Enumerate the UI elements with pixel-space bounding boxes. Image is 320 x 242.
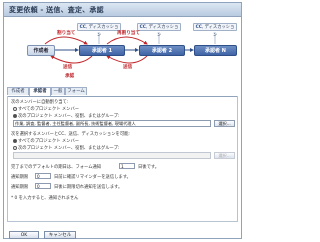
dialog-title: 変更依頼 - 送信、査定、承認 bbox=[9, 6, 104, 14]
radio-specific-members[interactable] bbox=[13, 113, 17, 118]
members2-field[interactable] bbox=[13, 152, 211, 159]
reminder-suffix: 日前に確認リマインダーを送信します。 bbox=[54, 175, 131, 180]
send-label-2: 送信 bbox=[123, 65, 133, 70]
auto-assign-label: 次のメンバーに自動割り当て: bbox=[11, 100, 69, 105]
due-suffix: 日後です。 bbox=[138, 165, 160, 170]
overdue-label: 通知期限 bbox=[11, 185, 29, 190]
tab-approver[interactable]: 承認者 bbox=[29, 87, 51, 96]
due-days-input[interactable]: 1 bbox=[119, 163, 135, 169]
overdue-suffix: 日後に期限切れ通知を送信します。 bbox=[54, 185, 123, 190]
assign-label: 割り当て bbox=[57, 31, 76, 36]
radio2-specific-members[interactable] bbox=[13, 145, 17, 150]
send-label-1: 送信 bbox=[63, 65, 73, 70]
cc-permission-label: 次を選択するメンバーとCC、送信、ディスカッションを可能: bbox=[11, 132, 130, 137]
cc-discussion-2: CC, ディスカッション bbox=[137, 23, 181, 38]
opt-specific-members[interactable]: 次のプロジェクト メンバー、役割、またはグループ: bbox=[13, 113, 119, 119]
cc-discussion-1: CC, ディスカッション bbox=[77, 23, 121, 38]
ok-button[interactable]: OK bbox=[9, 231, 39, 239]
reminder-days-input[interactable]: 0 bbox=[35, 173, 51, 179]
overdue-days-input[interactable]: 0 bbox=[35, 183, 51, 189]
opt2-all-members[interactable]: すべてのプロジェクト メンバー bbox=[13, 138, 79, 144]
opt2-specific-members[interactable]: 次のプロジェクト メンバー、役割、またはグループ: bbox=[13, 145, 119, 151]
approver-n-box: 承認者 N bbox=[194, 45, 237, 56]
approver-settings-panel: 次のメンバーに自動割り当て: すべてのプロジェクト メンバー 次のプロジェクト … bbox=[7, 96, 238, 222]
reassign-label: 再割り当て bbox=[117, 31, 140, 36]
radio2-all-members[interactable] bbox=[13, 138, 17, 143]
cc-discussion-n: CC, ディスカッション bbox=[193, 23, 237, 38]
select-members-button[interactable]: 選択... bbox=[214, 120, 235, 127]
select-members2-button[interactable]: 選択... bbox=[214, 152, 235, 159]
zero-note: * 0 を入力すると、通知されません bbox=[11, 196, 79, 201]
due-row: 完了までのデフォルトの期日は、フォーム通知 bbox=[11, 165, 102, 170]
radio-all-members[interactable] bbox=[13, 106, 17, 111]
author-box: 作成者 bbox=[27, 45, 55, 56]
opt-all-members[interactable]: すべてのプロジェクト メンバー bbox=[13, 106, 79, 112]
tab-form[interactable]: フォーム bbox=[65, 87, 87, 95]
tab-author[interactable]: 作成者 bbox=[7, 87, 29, 95]
reminder-label: 通知期限 bbox=[11, 175, 29, 180]
title-bar: 変更依頼 - 送信、査定、承認 bbox=[4, 3, 241, 17]
dialog: 変更依頼 - 送信、査定、承認 CC, ディスカッション CC, ディスカッショ… bbox=[3, 2, 242, 239]
approve-label: 承認 bbox=[65, 74, 75, 79]
cancel-button[interactable]: キャンセル bbox=[44, 231, 76, 239]
approver-1-box: 承認者 1 bbox=[79, 45, 125, 56]
workflow-diagram: CC, ディスカッション CC, ディスカッション CC, ディスカッション 作… bbox=[7, 18, 238, 86]
approver-2-box: 承認者 2 bbox=[139, 45, 185, 56]
tab-general[interactable]: 一般 bbox=[51, 87, 65, 95]
members-field[interactable]: 作業, 調査, 監督者, 主任監督者, 副所長, 技術監督者, 現場代理人 bbox=[13, 120, 211, 127]
